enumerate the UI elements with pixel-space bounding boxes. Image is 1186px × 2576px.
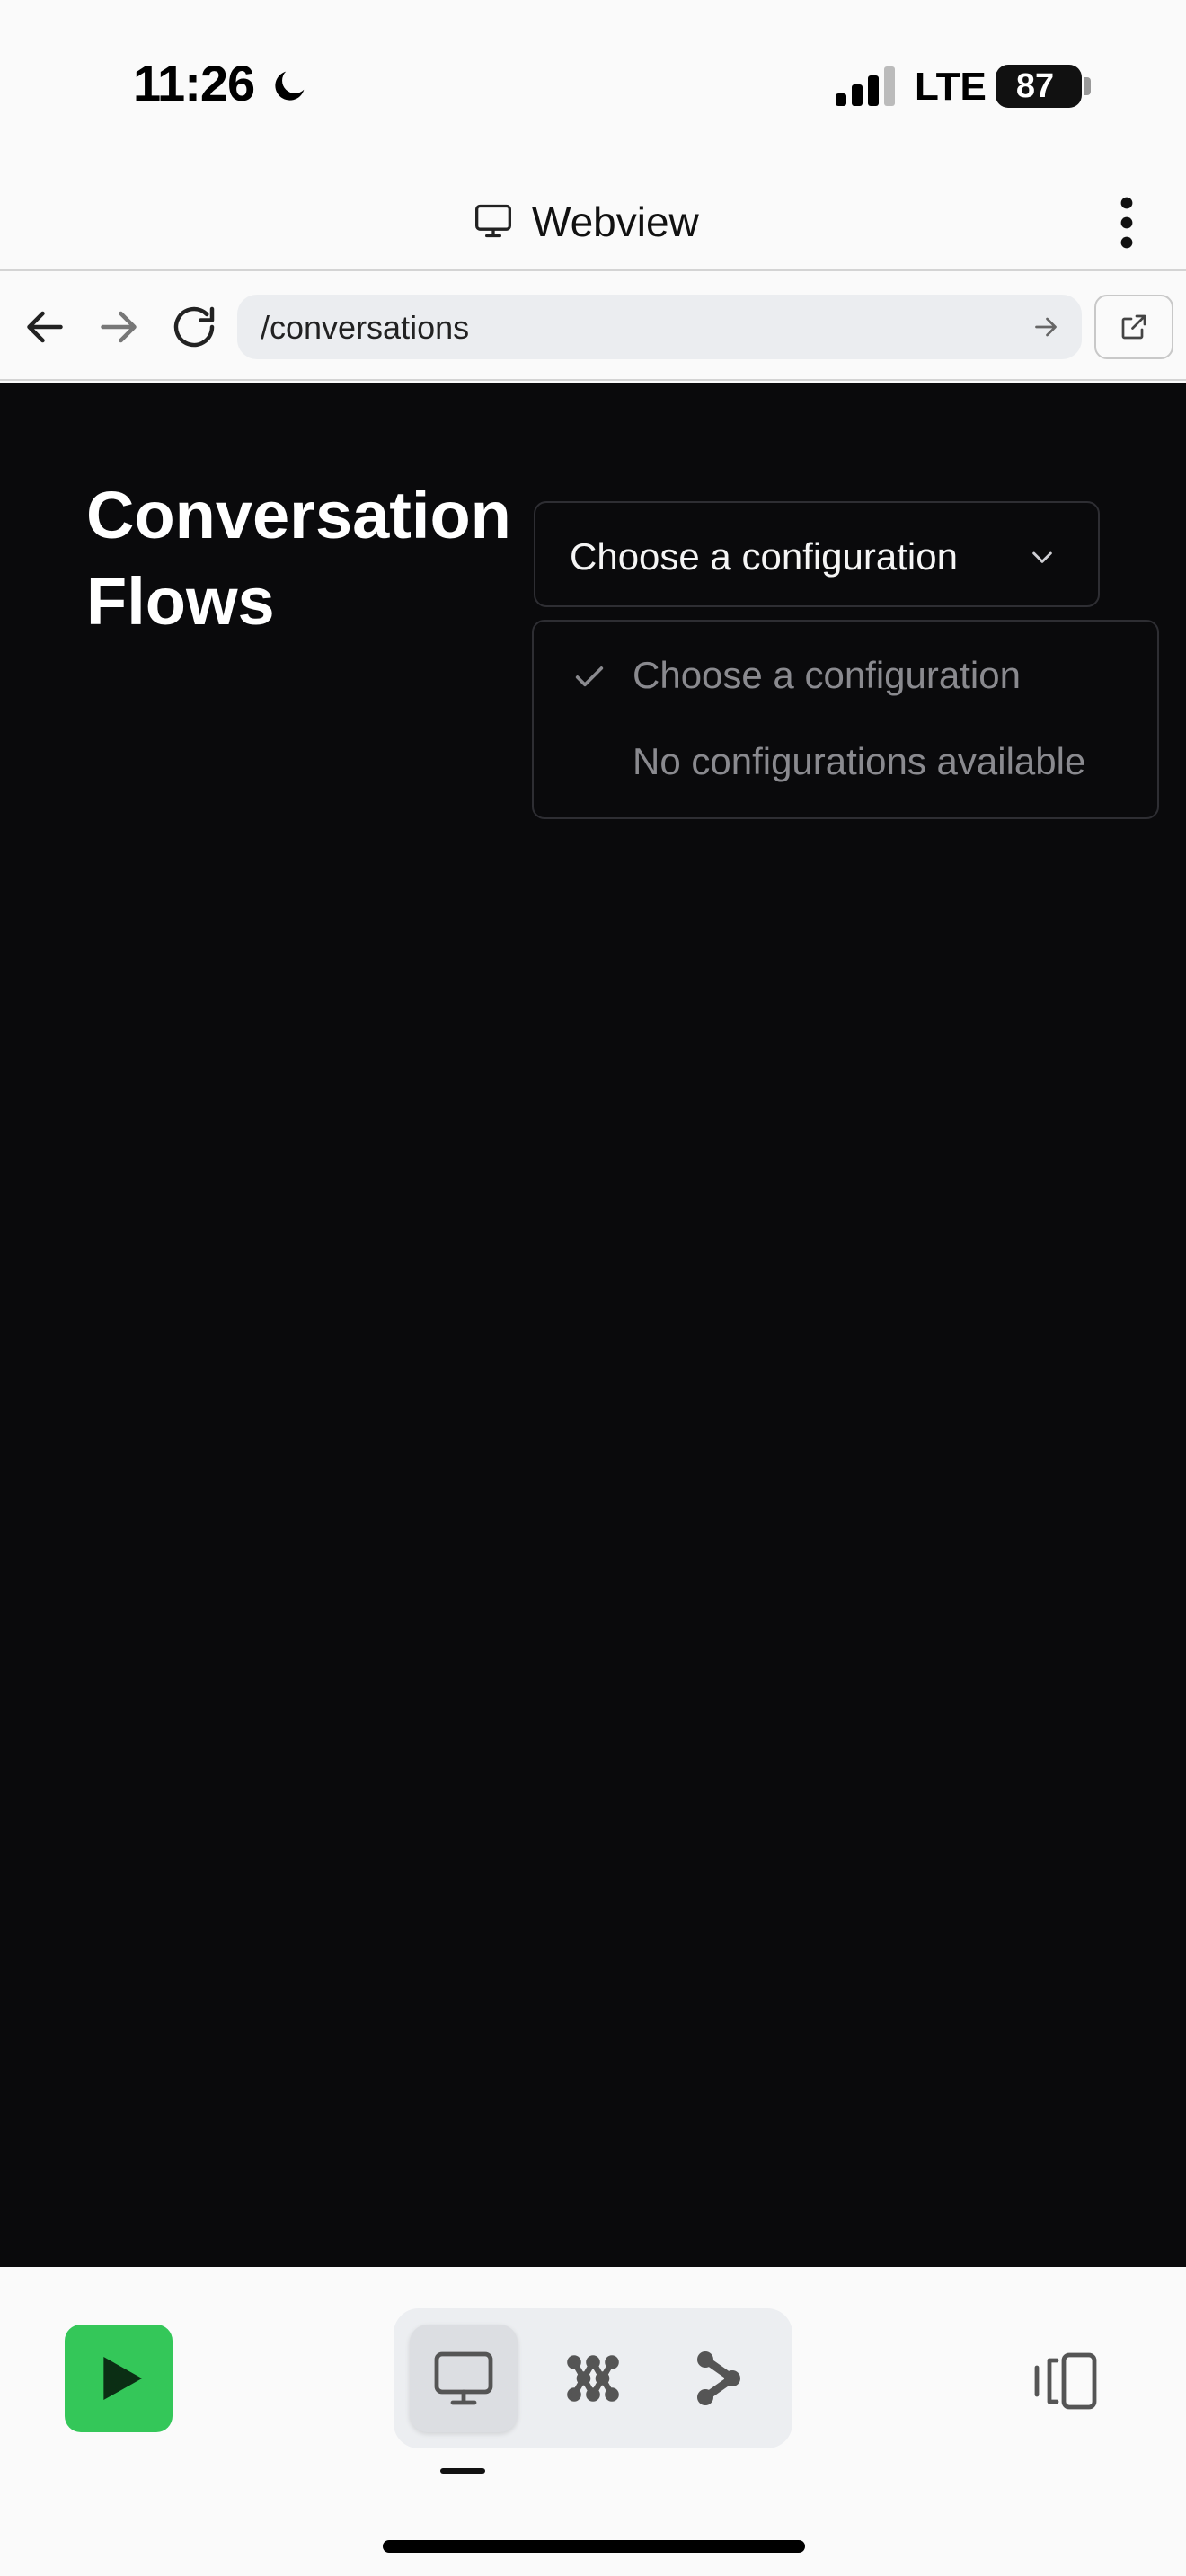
open-external-button[interactable]	[1094, 295, 1173, 359]
configuration-dropdown-menu: Choose a configuration No configurations…	[532, 620, 1159, 819]
battery-icon: 87	[996, 65, 1082, 108]
url-bar: /conversations	[0, 273, 1186, 381]
sidebar-panel-icon[interactable]	[1031, 2350, 1100, 2413]
tab-flow[interactable]	[665, 2325, 773, 2432]
flow-icon	[697, 2351, 740, 2405]
monitor-icon	[475, 204, 511, 238]
signal-icon	[836, 66, 895, 106]
play-icon	[103, 2357, 142, 2400]
go-arrow-icon[interactable]	[1030, 311, 1062, 343]
view-switcher	[394, 2308, 792, 2448]
status-bar: 11:26 LTE 87	[0, 0, 1186, 171]
monitor-icon	[434, 2351, 493, 2405]
dropdown-option-none-available[interactable]: No configurations available	[633, 740, 1085, 783]
home-indicator	[383, 2540, 805, 2553]
url-input[interactable]: /conversations	[237, 295, 1082, 359]
url-text: /conversations	[261, 309, 470, 346]
battery-cap	[1084, 77, 1091, 95]
forward-arrow-icon[interactable]	[92, 300, 146, 354]
more-options-icon[interactable]	[1111, 196, 1143, 250]
configuration-select[interactable]: Choose a configuration	[534, 501, 1100, 607]
dropdown-option-choose[interactable]: Choose a configuration	[633, 654, 1021, 697]
webview-title-bar: Webview	[0, 171, 1186, 271]
battery-level: 87	[1015, 67, 1055, 105]
webview-title: Webview	[532, 198, 699, 245]
tab-nodes[interactable]	[539, 2325, 647, 2432]
nodes-icon	[567, 2355, 619, 2402]
reload-icon[interactable]	[167, 300, 221, 354]
webview-content: Conversation Flows Choose a configuratio…	[0, 383, 1186, 2267]
checkmark-icon	[575, 666, 604, 687]
chevron-down-icon	[1032, 551, 1052, 563]
back-arrow-icon[interactable]	[18, 300, 72, 354]
bottom-toolbar	[0, 2267, 1186, 2576]
active-tab-indicator	[440, 2468, 485, 2474]
external-link-icon	[1121, 314, 1146, 340]
tab-webview[interactable]	[410, 2325, 518, 2432]
run-button[interactable]	[65, 2325, 173, 2432]
page-title: Conversation Flows	[86, 478, 511, 639]
moon-icon	[275, 71, 305, 101]
configuration-select-label: Choose a configuration	[570, 535, 958, 578]
status-time: 11:26	[133, 55, 255, 111]
network-type: LTE	[915, 65, 987, 109]
